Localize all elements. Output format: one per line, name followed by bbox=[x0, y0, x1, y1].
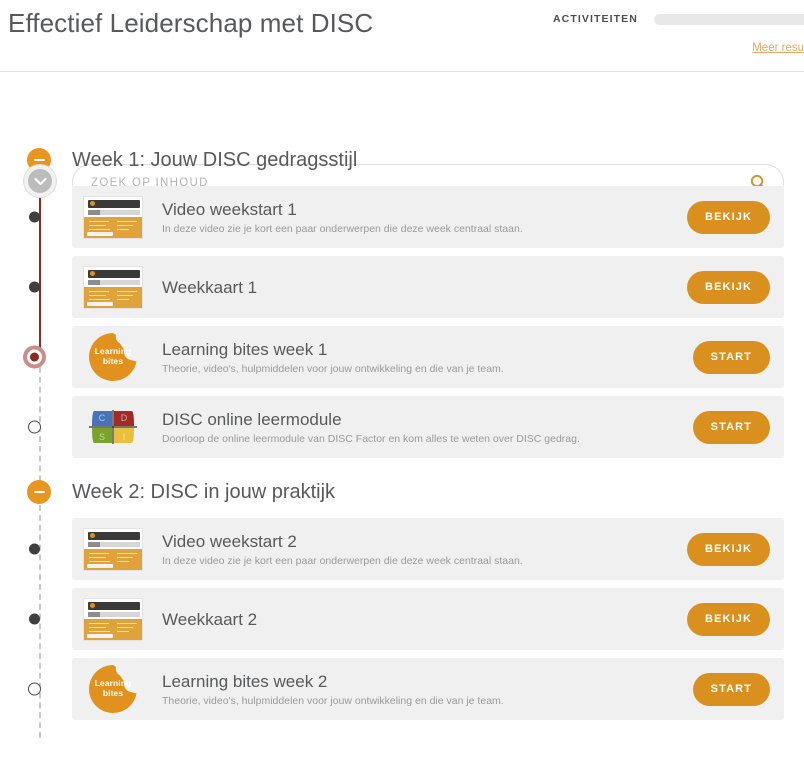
row-thumbnail bbox=[82, 597, 144, 641]
page-title: Effectief Leiderschap met DISC bbox=[8, 8, 374, 38]
row-text: Weekkaart 1 bbox=[162, 279, 687, 296]
content-row[interactable]: Weekkaart 2 BEKIJK bbox=[29, 588, 784, 650]
timeline-dot-todo bbox=[28, 420, 41, 434]
timeline-dot-current bbox=[23, 345, 46, 369]
row-text: Video weekstart 1 In deze video zie je ko… bbox=[162, 200, 687, 235]
timeline-dot-todo bbox=[28, 682, 41, 696]
content-row[interactable]: C D S I DISC online leermodule Doorloop de on… bbox=[28, 396, 784, 458]
page-header: Effectief Leiderschap met DISC ACTIVITEI… bbox=[0, 0, 804, 72]
chevron-down-icon bbox=[33, 177, 47, 186]
row-action-button[interactable]: START bbox=[692, 410, 770, 444]
content-row[interactable]: Learning bites Learning bites week 1 Theori… bbox=[23, 326, 784, 388]
row-description: In deze video zie je kort een paar onder… bbox=[162, 554, 523, 567]
svg-text:I: I bbox=[123, 432, 126, 442]
learning-bites-icon: Learning bites bbox=[88, 332, 138, 382]
row-text: Weekkaart 2 bbox=[162, 611, 687, 628]
row-thumbnail bbox=[82, 527, 144, 571]
row-text: Learning bites week 1 Theorie, video's, h… bbox=[162, 340, 693, 375]
week-collapse-toggle[interactable] bbox=[27, 480, 51, 504]
row-title: Learning bites week 2 bbox=[162, 671, 328, 691]
more-results-link[interactable]: Meer resu bbox=[752, 42, 804, 54]
collapse-all-toggle[interactable] bbox=[24, 165, 56, 197]
row-action-button[interactable]: START bbox=[692, 340, 770, 374]
row-thumbnail bbox=[82, 265, 144, 309]
row-text: DISC online leermodule Doorloop de online… bbox=[162, 410, 693, 445]
svg-text:S: S bbox=[99, 432, 105, 442]
week-header[interactable]: Week 1: Jouw DISC gedragsstijl bbox=[0, 134, 804, 186]
timeline-dot-done bbox=[29, 543, 40, 555]
row-text: Video weekstart 2 In deze video zie je ko… bbox=[162, 532, 687, 567]
row-title: Learning bites week 1 bbox=[162, 339, 328, 359]
row-action-button[interactable]: BEKIJK bbox=[687, 270, 770, 304]
row-action-button[interactable]: BEKIJK bbox=[687, 602, 770, 636]
row-title: DISC online leermodule bbox=[162, 409, 342, 429]
document-thumbnail bbox=[83, 195, 143, 239]
timeline-dot-done bbox=[29, 613, 40, 625]
week-section: Week 1: Jouw DISC gedragsstijl Video week… bbox=[0, 134, 804, 458]
week-title: Week 1: Jouw DISC gedragsstijl bbox=[72, 148, 358, 171]
disc-quadrant-icon: C D S I bbox=[89, 410, 137, 444]
search-area bbox=[0, 72, 804, 201]
week-section: Week 2: DISC in jouw praktijk Video weeks… bbox=[0, 466, 804, 720]
activity-progress: ACTIVITEITEN bbox=[553, 13, 804, 25]
row-thumbnail: C D S I bbox=[82, 410, 144, 444]
content-row[interactable]: Video weekstart 1 In deze video zie je ko… bbox=[29, 186, 784, 248]
learning-bites-icon: Learning bites bbox=[88, 664, 138, 714]
row-title: Weekkaart 2 bbox=[162, 610, 258, 628]
row-thumbnail: Learning bites bbox=[82, 664, 144, 714]
row-description: Theorie, video's, hulpmiddelen voor jouw… bbox=[162, 362, 504, 375]
row-action-button[interactable]: BEKIJK bbox=[687, 532, 770, 566]
activity-label: ACTIVITEITEN bbox=[553, 13, 638, 25]
row-thumbnail bbox=[82, 195, 144, 239]
row-title: Weekkaart 1 bbox=[162, 278, 258, 296]
row-action-button[interactable]: BEKIJK bbox=[687, 200, 770, 234]
course-content: Week 1: Jouw DISC gedragsstijl Video week… bbox=[0, 134, 804, 738]
row-title: Video weekstart 2 bbox=[162, 531, 297, 551]
row-text: Learning bites week 2 Theorie, video's, h… bbox=[162, 672, 693, 707]
content-row[interactable]: Weekkaart 1 BEKIJK bbox=[29, 256, 784, 318]
timeline-dot-done bbox=[29, 211, 40, 223]
row-description: Theorie, video's, hulpmiddelen voor jouw… bbox=[162, 694, 504, 707]
minus-icon bbox=[33, 158, 45, 162]
document-thumbnail bbox=[83, 597, 143, 641]
timeline-rail-connector bbox=[39, 197, 41, 203]
progress-bar bbox=[653, 13, 804, 25]
week-title: Week 2: DISC in jouw praktijk bbox=[72, 480, 336, 503]
row-thumbnail: Learning bites bbox=[82, 332, 144, 382]
row-title: Video weekstart 1 bbox=[162, 199, 297, 219]
svg-text:D: D bbox=[121, 413, 128, 423]
week-header[interactable]: Week 2: DISC in jouw praktijk bbox=[0, 466, 804, 518]
content-row[interactable]: Learning bites Learning bites week 2 Theori… bbox=[28, 658, 784, 720]
timeline-dot-done bbox=[29, 281, 40, 293]
minus-icon bbox=[33, 490, 45, 494]
row-description: Doorloop de online leermodule van DISC F… bbox=[162, 432, 580, 445]
document-thumbnail bbox=[83, 527, 143, 571]
svg-text:C: C bbox=[99, 413, 106, 423]
document-thumbnail bbox=[83, 265, 143, 309]
row-description: In deze video zie je kort een paar onder… bbox=[162, 222, 523, 235]
content-row[interactable]: Video weekstart 2 In deze video zie je ko… bbox=[29, 518, 784, 580]
row-action-button[interactable]: START bbox=[692, 672, 770, 706]
